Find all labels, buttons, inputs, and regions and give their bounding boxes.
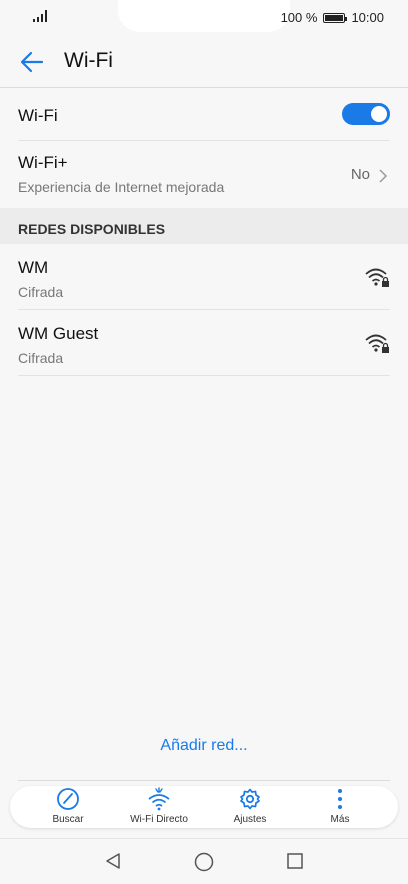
network-status: Cifrada bbox=[18, 284, 64, 300]
scan-label: Buscar bbox=[52, 814, 84, 825]
wifi-plus-subtitle: Experiencia de Internet mejorada bbox=[18, 179, 225, 195]
page-title: Wi-Fi bbox=[64, 49, 113, 72]
more-vertical-icon bbox=[338, 789, 342, 809]
scan-icon bbox=[57, 788, 79, 810]
wifi-plus-row[interactable]: Wi-Fi+ Experiencia de Internet mejorada … bbox=[18, 141, 390, 208]
network-status: Cifrada bbox=[18, 350, 64, 366]
signal-strength-icon bbox=[33, 10, 47, 22]
divider bbox=[18, 780, 390, 781]
wifi-plus-value: No bbox=[350, 166, 370, 183]
bottom-action-bar: Buscar Wi-Fi Directo Ajustes Más bbox=[10, 786, 398, 828]
status-right: 100 % 10:00 bbox=[281, 10, 384, 25]
clock: 10:00 bbox=[351, 10, 384, 25]
network-name: WM Guest bbox=[18, 324, 99, 343]
wifi-direct-icon bbox=[148, 787, 170, 811]
app-bar: Wi-Fi bbox=[0, 36, 408, 88]
wifi-toggle-switch[interactable] bbox=[342, 103, 390, 125]
nav-home-icon[interactable] bbox=[194, 852, 214, 872]
toggle-knob bbox=[371, 106, 387, 122]
wifi-toggle-row[interactable]: Wi-Fi bbox=[18, 89, 390, 141]
chevron-right-icon bbox=[379, 169, 388, 183]
wifi-direct-label: Wi-Fi Directo bbox=[130, 814, 188, 825]
wifi-toggle-label: Wi-Fi bbox=[18, 106, 58, 125]
arrow-left-icon[interactable] bbox=[18, 48, 46, 76]
battery-percent: 100 % bbox=[280, 10, 318, 25]
add-network-link[interactable]: Añadir red... bbox=[0, 737, 408, 755]
battery-icon bbox=[323, 12, 348, 23]
nav-recents-icon[interactable] bbox=[286, 852, 304, 870]
network-row-wm[interactable]: WM Cifrada bbox=[18, 244, 390, 310]
wifi-locked-icon bbox=[365, 268, 389, 287]
wifi-direct-button[interactable]: Wi-Fi Directo bbox=[119, 786, 199, 828]
more-button[interactable]: Más bbox=[300, 786, 380, 828]
display-notch bbox=[118, 0, 290, 32]
network-name: WM bbox=[18, 258, 49, 277]
system-nav-bar bbox=[0, 838, 408, 884]
gear-icon bbox=[240, 788, 260, 810]
more-label: Más bbox=[330, 814, 350, 825]
settings-button[interactable]: Ajustes bbox=[210, 786, 290, 828]
wifi-locked-icon bbox=[365, 334, 389, 353]
nav-back-icon[interactable] bbox=[104, 852, 122, 870]
network-row-wm-guest[interactable]: WM Guest Cifrada bbox=[18, 310, 390, 376]
wifi-plus-title: Wi-Fi+ bbox=[18, 153, 68, 172]
section-header-available-networks: REDES DISPONIBLES bbox=[0, 208, 408, 244]
status-bar: 100 % 10:00 bbox=[0, 0, 408, 36]
settings-label: Ajustes bbox=[233, 814, 267, 825]
scan-button[interactable]: Buscar bbox=[28, 786, 108, 828]
